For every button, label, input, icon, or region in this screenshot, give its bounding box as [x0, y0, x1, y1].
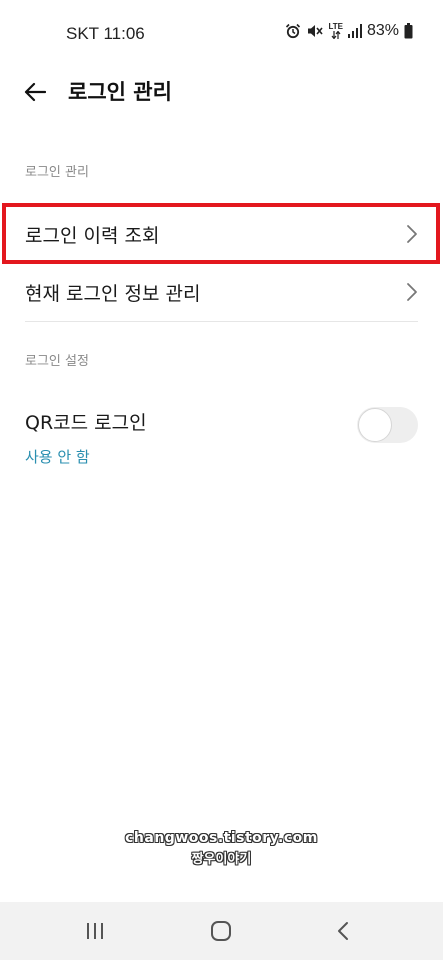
menu-item-current-login-info[interactable]: 현재 로그인 정보 관리 — [0, 263, 443, 321]
divider — [25, 321, 418, 322]
nav-back-button[interactable] — [303, 902, 383, 960]
mute-icon — [308, 25, 324, 37]
qr-login-title[interactable]: QR코드 로그인 — [25, 408, 147, 435]
battery-icon — [404, 23, 413, 39]
menu-item-label: 로그인 이력 조회 — [25, 224, 160, 247]
menu-item-login-history[interactable]: 로그인 이력 조회 — [0, 205, 443, 263]
status-icons: LTE 83% — [285, 22, 413, 40]
lte-icon: LTE — [328, 23, 343, 39]
watermark-name: 짱우이야기 — [191, 852, 252, 867]
navigation-bar — [0, 902, 443, 960]
watermark-url: changwoos.tistory.com — [125, 830, 318, 846]
page-title: 로그인 관리 — [68, 80, 172, 104]
toggle-knob — [358, 408, 392, 442]
status-bar: SKT 11:06 LTE 83% — [0, 0, 443, 64]
arrow-left-icon — [24, 82, 46, 102]
chevron-right-icon — [407, 283, 417, 301]
home-button[interactable] — [181, 902, 261, 960]
section-label-login-settings: 로그인 설정 — [25, 354, 89, 369]
nav-back-icon — [338, 922, 348, 940]
chevron-right-icon — [407, 225, 417, 243]
recents-button[interactable] — [55, 902, 135, 960]
carrier-time: SKT 11:06 — [66, 24, 145, 43]
menu-item-label: 현재 로그인 정보 관리 — [25, 282, 201, 305]
qr-login-toggle[interactable] — [357, 407, 418, 443]
qr-login-status: 사용 안 함 — [25, 448, 90, 466]
back-button[interactable] — [16, 74, 54, 110]
recents-icon — [87, 923, 103, 939]
home-icon — [211, 921, 231, 941]
alarm-icon — [286, 23, 301, 39]
app-header: 로그인 관리 — [0, 64, 443, 120]
battery-percent: 83% — [366, 22, 399, 39]
signal-icon — [347, 24, 362, 38]
section-label-login-management: 로그인 관리 — [25, 165, 89, 180]
